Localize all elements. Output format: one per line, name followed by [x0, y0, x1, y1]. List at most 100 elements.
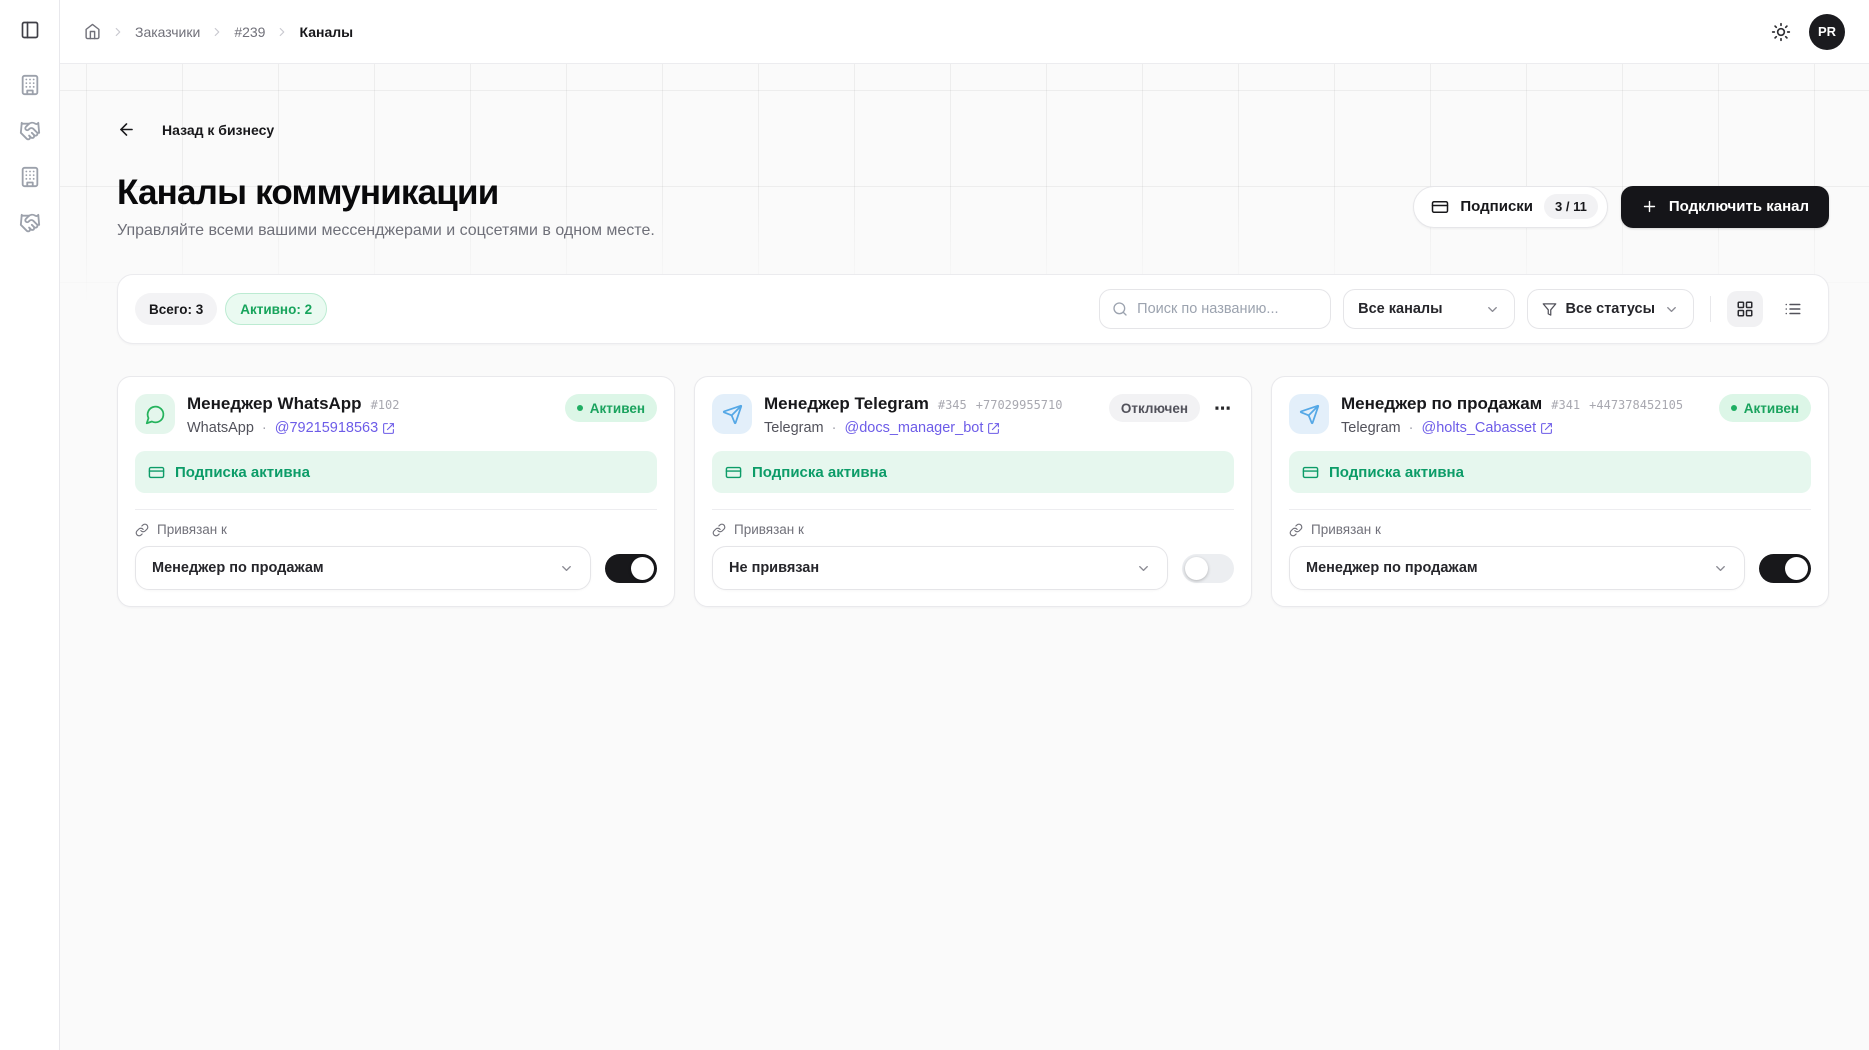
home-icon: [84, 23, 101, 40]
channel-id: #102: [371, 398, 400, 412]
link-icon: [712, 523, 726, 537]
back-label: Назад к бизнесу: [162, 122, 274, 138]
topbar: Заказчики #239 Каналы PR: [60, 0, 1869, 64]
channel-handle-link[interactable]: @79215918563: [275, 420, 395, 436]
connect-channel-label: Подключить канал: [1669, 198, 1809, 215]
grid-view-button[interactable]: [1727, 291, 1763, 327]
count-chips: Всего: 3 Активно: 2: [135, 293, 327, 325]
status-filter-value: Все статусы: [1566, 301, 1655, 317]
divider: [1289, 509, 1811, 510]
separator-dot: ·: [1409, 420, 1414, 436]
subscriptions-button[interactable]: Подписки 3 / 11: [1413, 186, 1607, 228]
subscriptions-count-badge: 3 / 11: [1544, 194, 1598, 219]
credit-card-icon: [725, 464, 742, 481]
telegram-icon: [712, 394, 752, 434]
active-count-chip: Активно: 2: [225, 293, 327, 325]
status-badge: Активен: [1719, 394, 1811, 422]
external-link-icon: [1540, 422, 1553, 435]
list-icon: [1784, 300, 1802, 318]
building-icon: [19, 166, 41, 188]
home-button[interactable]: [84, 23, 101, 40]
breadcrumb-customers[interactable]: Заказчики: [135, 24, 200, 40]
header-actions: Подписки 3 / 11 Подключить канал: [1413, 186, 1829, 228]
list-view-button[interactable]: [1775, 291, 1811, 327]
whatsapp-icon: [135, 394, 175, 434]
credit-card-icon: [148, 464, 165, 481]
link-icon: [1289, 523, 1303, 537]
connect-channel-button[interactable]: Подключить канал: [1621, 186, 1829, 228]
channel-card-telegram-docs: Менеджер Telegram #345 +77029955710 Tele…: [694, 376, 1252, 607]
channel-platform: WhatsApp: [187, 420, 254, 436]
channel-type-select[interactable]: Все каналы: [1343, 289, 1514, 329]
linked-business-select[interactable]: Менеджер по продажам: [135, 546, 591, 590]
page-title: Каналы коммуникации: [117, 173, 655, 213]
breadcrumb-business-id[interactable]: #239: [234, 24, 265, 40]
linked-to-label: Привязан к: [135, 522, 657, 537]
search-box: [1099, 289, 1331, 329]
channel-handle-link[interactable]: @docs_manager_bot: [844, 420, 1000, 436]
external-link-icon: [382, 422, 395, 435]
chevron-down-icon: [1664, 302, 1679, 317]
channel-cards: Менеджер WhatsApp #102 WhatsApp · @79215…: [117, 376, 1829, 607]
sun-icon: [1771, 22, 1791, 42]
linked-to-label: Привязан к: [712, 522, 1234, 537]
plus-icon: [1641, 198, 1658, 215]
chevron-down-icon: [1713, 561, 1728, 576]
breadcrumb-current: Каналы: [299, 24, 353, 40]
divider: [135, 509, 657, 510]
linked-business-select[interactable]: Не привязан: [712, 546, 1168, 590]
sidebar-nav: [17, 72, 43, 236]
channel-phone: +77029955710: [976, 398, 1063, 412]
credit-card-icon: [1431, 198, 1449, 216]
sidebar-item-business-2[interactable]: [17, 164, 43, 190]
sidebar-item-partners-2[interactable]: [17, 210, 43, 236]
handshake-icon: [19, 212, 41, 234]
topbar-actions: PR: [1771, 14, 1845, 50]
channel-card-telegram-sales: Менеджер по продажам #341 +447378452105 …: [1271, 376, 1829, 607]
sidebar-item-business-1[interactable]: [17, 72, 43, 98]
status-dot: [577, 405, 583, 411]
linked-business-select[interactable]: Менеджер по продажам: [1289, 546, 1745, 590]
subscription-banner: Подписка активна: [712, 451, 1234, 493]
chevron-right-icon: [275, 25, 289, 39]
app-root: Заказчики #239 Каналы PR: [0, 0, 1869, 1050]
main-content: Назад к бизнесу Каналы коммуникации Упра…: [60, 64, 1869, 1050]
credit-card-icon: [1302, 464, 1319, 481]
status-filter-select[interactable]: Все статусы: [1527, 289, 1694, 329]
channel-enabled-toggle[interactable]: [1182, 554, 1234, 583]
page-heading: Каналы коммуникации Управляйте всеми ваш…: [117, 173, 655, 240]
sidebar: [0, 0, 60, 1050]
filter-funnel-icon: [1542, 302, 1557, 317]
search-icon: [1112, 301, 1128, 317]
search-input[interactable]: [1137, 301, 1318, 317]
layout-grid-icon: [1736, 300, 1754, 318]
channel-platform: Telegram: [764, 420, 824, 436]
channel-enabled-toggle[interactable]: [605, 554, 657, 583]
total-count-chip: Всего: 3: [135, 293, 217, 325]
chevron-down-icon: [1136, 561, 1151, 576]
channel-handle-link[interactable]: @holts_Cabasset: [1421, 420, 1553, 436]
subscription-banner: Подписка активна: [1289, 451, 1811, 493]
divider: [712, 509, 1234, 510]
divider: [1710, 296, 1711, 322]
subscriptions-label: Подписки: [1460, 198, 1533, 215]
card-menu-button[interactable]: ⋯: [1212, 396, 1234, 421]
theme-toggle-button[interactable]: [1771, 22, 1791, 42]
subscription-banner: Подписка активна: [135, 451, 657, 493]
status-badge: Активен: [565, 394, 657, 422]
telegram-icon: [1289, 394, 1329, 434]
status-badge: Отключен: [1109, 394, 1200, 422]
chevron-right-icon: [111, 25, 125, 39]
separator-dot: ·: [262, 420, 267, 436]
chevron-down-icon: [559, 561, 574, 576]
status-dot: [1731, 405, 1737, 411]
back-to-business-link[interactable]: Назад к бизнесу: [117, 120, 274, 139]
avatar[interactable]: PR: [1809, 14, 1845, 50]
channel-enabled-toggle[interactable]: [1759, 554, 1811, 583]
sidebar-toggle-button[interactable]: [20, 20, 40, 40]
building-icon: [19, 74, 41, 96]
channel-type-value: Все каналы: [1358, 301, 1442, 317]
channel-phone: +447378452105: [1589, 398, 1683, 412]
sidebar-item-partners-1[interactable]: [17, 118, 43, 144]
chevron-right-icon: [210, 25, 224, 39]
